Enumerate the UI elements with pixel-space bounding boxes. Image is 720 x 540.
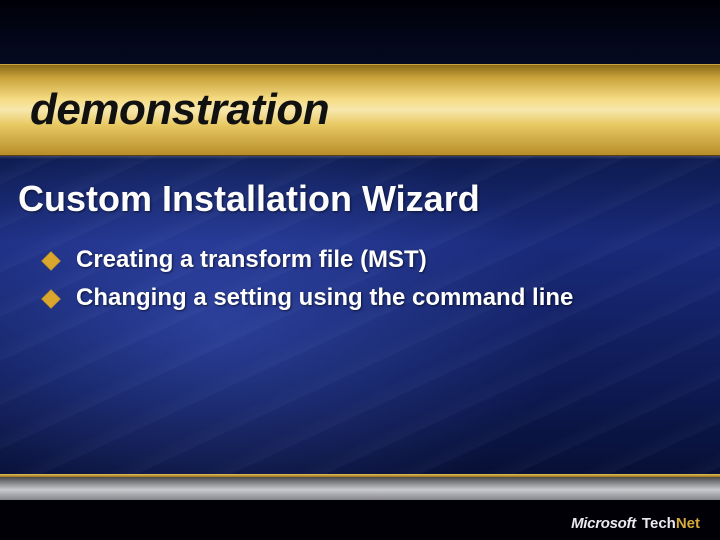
slide: demonstration Custom Installation Wizard… (0, 0, 720, 540)
bullet-text: Creating a transform file (MST) (76, 246, 427, 274)
divider (0, 156, 720, 159)
diamond-bullet-icon (41, 251, 61, 271)
bullet-item: Creating a transform file (MST) (44, 246, 690, 274)
title-bar: demonstration (0, 64, 720, 156)
brand-logo: Microsoft TechNet (571, 515, 700, 532)
brand-product: TechNet (642, 515, 700, 532)
bullet-text: Changing a setting using the command lin… (76, 284, 573, 312)
brand-product-suffix: Net (676, 515, 700, 532)
brand-company: Microsoft (571, 515, 636, 532)
top-strip (0, 0, 720, 64)
brand-product-prefix: Tech (642, 515, 676, 532)
slide-subtitle: Custom Installation Wizard (18, 178, 480, 220)
footer-strip: Microsoft TechNet (0, 500, 720, 540)
slide-title: demonstration (30, 85, 329, 135)
bullet-list: Creating a transform file (MST) Changing… (44, 246, 690, 322)
bottom-bar (0, 476, 720, 500)
bullet-item: Changing a setting using the command lin… (44, 284, 690, 312)
diamond-bullet-icon (41, 289, 61, 309)
